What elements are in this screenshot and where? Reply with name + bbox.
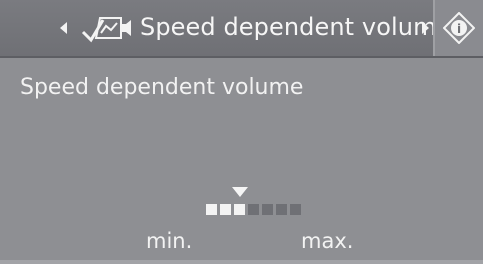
speed-volume-icon	[81, 17, 131, 43]
chevron-left-icon[interactable]	[60, 22, 67, 34]
svg-text:i: i	[457, 22, 461, 36]
volume-step	[220, 204, 231, 215]
volume-step	[262, 204, 273, 215]
volume-step	[248, 204, 259, 215]
page-title: Speed dependent volume	[140, 13, 452, 41]
scale-max-label: max.	[301, 229, 354, 253]
info-icon: i	[443, 12, 475, 44]
level-indicator-icon	[232, 187, 248, 197]
volume-step	[234, 204, 245, 215]
volume-step	[290, 204, 301, 215]
bottom-divider	[0, 260, 483, 264]
volume-step	[276, 204, 287, 215]
setting-label: Speed dependent volume	[20, 75, 304, 100]
speed-volume-screen: Speed dependent volume i Speed dependent…	[0, 0, 483, 264]
scale-min-label: min.	[146, 229, 193, 253]
volume-scale[interactable]	[206, 204, 301, 215]
info-button[interactable]: i	[433, 0, 483, 56]
chevron-right-icon[interactable]	[422, 22, 429, 34]
title-bar: Speed dependent volume i	[0, 0, 483, 58]
volume-step	[206, 204, 217, 215]
